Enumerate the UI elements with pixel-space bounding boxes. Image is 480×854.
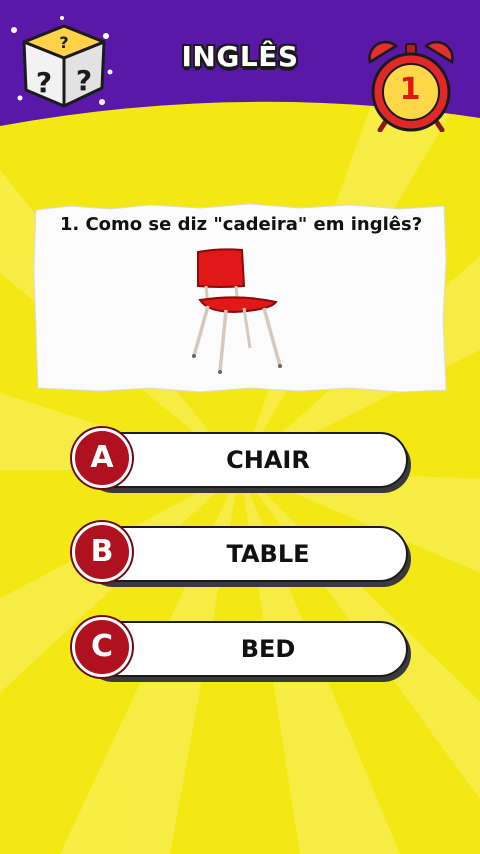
answer-letter: A [90,440,114,475]
answer-label: CHAIR [226,446,310,474]
question-text: 1. Como se diz "cadeira" em inglês? [59,214,423,235]
answer-option-b[interactable]: B TABLE [72,522,412,586]
answer-label: BED [240,635,296,663]
answer-label: TABLE [226,540,310,568]
answer-option-c[interactable]: C BED [72,617,412,681]
answer-letter: C [90,629,114,664]
timer-number: 1 [399,72,421,107]
quiz-screen: ? ? ? INGLÊS 1 1. Como se diz "cadeira" … [0,0,480,854]
answer-letter: B [90,534,114,569]
red-chair-image [192,248,282,374]
answer-option-a[interactable]: A CHAIR [72,428,412,492]
